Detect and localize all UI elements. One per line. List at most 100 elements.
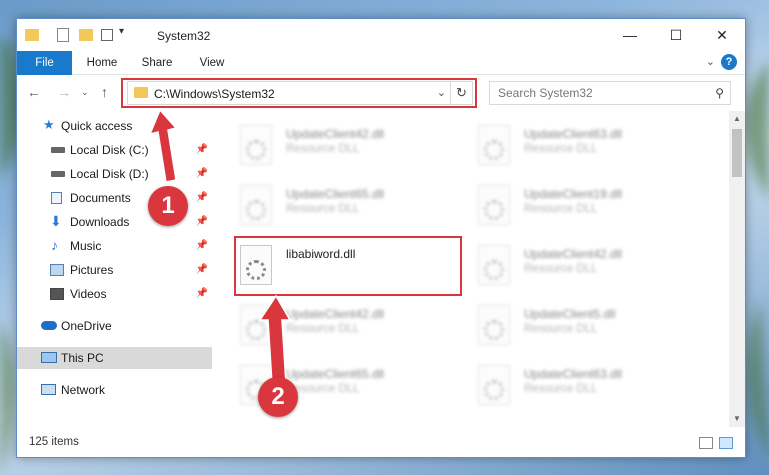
pin-icon[interactable]: 📌 <box>196 163 208 185</box>
file-item-libabiword[interactable]: libabiword.dll <box>240 241 460 291</box>
up-icon[interactable]: ↑ <box>101 84 108 100</box>
window-title: System32 <box>157 29 211 43</box>
pin-icon[interactable]: 📌 <box>196 211 208 233</box>
item-count: 125 items <box>29 436 79 448</box>
tab-share[interactable]: Share <box>132 51 182 75</box>
nav-label: Pictures <box>70 263 114 277</box>
tab-view[interactable]: View <box>187 51 237 75</box>
file-name: UpdateClient42.dll <box>286 127 385 141</box>
pin-icon[interactable]: 📌 <box>196 283 208 305</box>
nav-label: Network <box>61 383 106 397</box>
file-type: Resource DLL <box>524 383 598 395</box>
pin-icon[interactable]: 📌 <box>196 139 208 161</box>
nav-label: Documents <box>70 191 131 205</box>
view-options-icon[interactable] <box>101 29 113 41</box>
scroll-down-icon[interactable]: ▼ <box>729 411 745 427</box>
pin-icon[interactable]: 📌 <box>196 259 208 281</box>
file-type: Resource DLL <box>524 323 598 335</box>
minimize-button[interactable]: — <box>607 19 653 51</box>
large-icons-view-icon[interactable] <box>719 437 733 449</box>
pin-icon[interactable]: 📌 <box>196 235 208 257</box>
folder-icon <box>134 87 148 98</box>
details-view-icon[interactable] <box>699 437 713 449</box>
dll-file-icon <box>240 125 272 165</box>
close-button[interactable]: ✕ <box>699 19 745 51</box>
nav-item-local-disk-d[interactable]: Local Disk (D:) 📌 <box>17 163 212 185</box>
drive-icon <box>51 171 65 177</box>
file-item[interactable]: UpdateClient63.dll Resource DLL <box>478 121 698 171</box>
step-badge-1: 1 <box>148 186 188 226</box>
maximize-button[interactable]: ☐ <box>653 19 699 51</box>
nav-label: Videos <box>70 287 107 301</box>
nav-label: Downloads <box>70 215 130 229</box>
nav-label: This PC <box>61 351 104 365</box>
nav-item-this-pc[interactable]: This PC <box>17 347 212 369</box>
dll-file-icon <box>240 245 272 285</box>
file-list: UpdateClient42.dll Resource DLL UpdateCl… <box>214 111 724 427</box>
file-item[interactable]: UpdateClient19.dll Resource DLL <box>478 181 698 231</box>
status-bar: 125 items <box>17 429 745 457</box>
file-type: Resource DLL <box>286 143 360 155</box>
file-item[interactable]: UpdateClient5.dll Resource DLL <box>478 301 698 351</box>
properties-icon[interactable] <box>57 28 69 42</box>
nav-item-music[interactable]: ♪ Music 📌 <box>17 235 212 257</box>
file-type: Resource DLL <box>286 323 360 335</box>
scroll-up-icon[interactable]: ▲ <box>729 111 745 127</box>
nav-label: Local Disk (D:) <box>70 167 149 181</box>
help-icon[interactable]: ? <box>721 54 737 70</box>
file-name: UpdateClient63.dll <box>524 367 623 381</box>
scroll-thumb[interactable] <box>732 129 742 177</box>
new-folder-icon[interactable] <box>79 29 93 41</box>
vertical-scrollbar[interactable]: ▲ ▼ <box>729 111 745 427</box>
dll-file-icon <box>478 185 510 225</box>
forward-icon[interactable]: → <box>57 84 71 100</box>
folder-icon <box>25 29 39 41</box>
file-name: UpdateClient42.dll <box>524 247 623 261</box>
dll-file-icon <box>240 305 272 345</box>
nav-item-videos[interactable]: Videos 📌 <box>17 283 212 305</box>
file-name: libabiword.dll <box>286 247 356 261</box>
file-type: Resource DLL <box>286 203 360 215</box>
expand-ribbon-icon[interactable]: ⌄ <box>706 55 715 68</box>
search-input[interactable] <box>490 82 700 104</box>
file-item[interactable]: UpdateClient42.dll Resource DLL <box>240 301 460 351</box>
address-bar[interactable]: C:\Windows\System32 ⌄ ↻ <box>127 81 473 105</box>
tab-home[interactable]: Home <box>77 51 127 75</box>
network-icon <box>41 384 56 395</box>
file-name: UpdateClient42.dll <box>286 307 385 321</box>
navigation-pane: ★ Quick access Local Disk (C:) 📌 Local D… <box>17 111 212 427</box>
file-name: UpdateClient65.dll <box>286 367 385 381</box>
search-box[interactable]: ⚲ <box>489 81 731 105</box>
pictures-icon <box>50 264 64 276</box>
file-item[interactable]: UpdateClient42.dll Resource DLL <box>478 241 698 291</box>
file-item[interactable]: UpdateClient65.dll Resource DLL <box>240 181 460 231</box>
file-name: UpdateClient63.dll <box>524 127 623 141</box>
dll-file-icon <box>240 185 272 225</box>
videos-icon <box>50 288 64 300</box>
nav-item-onedrive[interactable]: OneDrive <box>17 315 212 337</box>
file-type: Resource DLL <box>524 263 598 275</box>
nav-item-quick-access[interactable]: ★ Quick access <box>17 115 212 137</box>
dll-file-icon <box>478 125 510 165</box>
quick-access-dropdown-icon[interactable]: ▾ <box>119 26 124 37</box>
nav-item-pictures[interactable]: Pictures 📌 <box>17 259 212 281</box>
file-item[interactable]: UpdateClient42.dll Resource DLL <box>240 121 460 171</box>
file-item[interactable]: UpdateClient63.dll Resource DLL <box>478 361 698 411</box>
back-icon[interactable]: ← <box>27 84 41 100</box>
step-badge-2: 2 <box>258 377 298 417</box>
computer-icon <box>41 352 57 363</box>
title-bar: ▾ System32 — ☐ ✕ <box>17 19 745 51</box>
nav-item-local-disk-c[interactable]: Local Disk (C:) 📌 <box>17 139 212 161</box>
pin-icon[interactable]: 📌 <box>196 187 208 209</box>
nav-label: Quick access <box>61 119 133 133</box>
nav-label: OneDrive <box>61 319 112 333</box>
nav-label: Local Disk (C:) <box>70 143 149 157</box>
recent-locations-icon[interactable]: ⌄ <box>81 87 89 98</box>
explorer-window: ▾ System32 — ☐ ✕ File Home Share View ⌄ … <box>16 18 746 458</box>
address-dropdown-icon[interactable]: ⌄ <box>437 86 446 99</box>
refresh-icon[interactable]: ↻ <box>450 82 472 104</box>
star-icon: ★ <box>43 117 55 132</box>
nav-item-network[interactable]: Network <box>17 379 212 401</box>
dll-file-icon <box>478 305 510 345</box>
dll-file-icon <box>478 245 510 285</box>
